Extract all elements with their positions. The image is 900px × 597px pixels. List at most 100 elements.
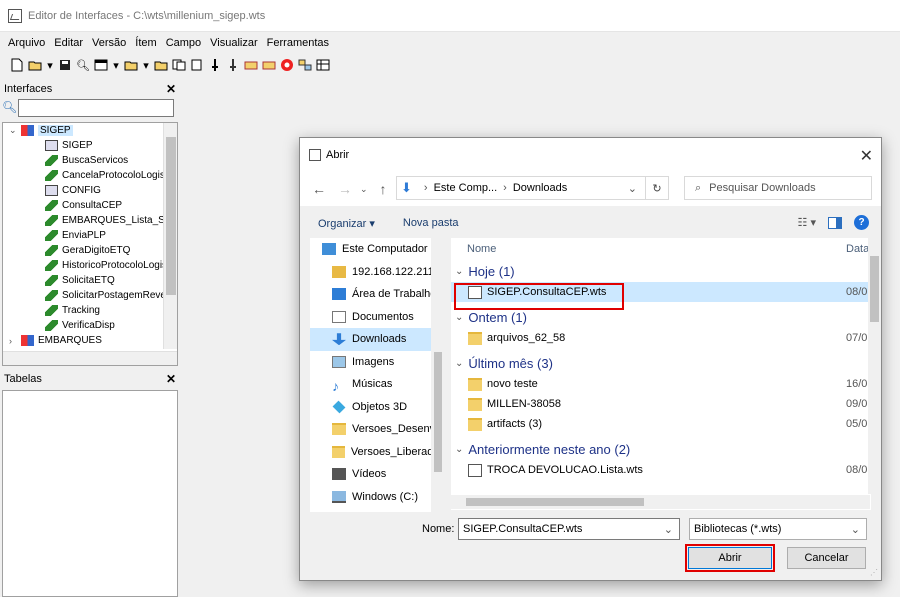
close-icon[interactable]: ✕ <box>166 372 176 386</box>
save-icon[interactable] <box>58 58 72 72</box>
nav-item[interactable]: Documentos <box>310 306 445 329</box>
column-name[interactable]: Nome <box>467 243 496 255</box>
tree-item[interactable]: ConsultaCEP <box>3 198 177 213</box>
chevron-down-icon[interactable]: ⌄ <box>455 312 463 323</box>
folder-open-icon[interactable] <box>124 58 138 72</box>
menu-item[interactable]: Ítem <box>135 37 156 49</box>
close-icon[interactable]: ✕ <box>166 82 176 96</box>
grid-icon[interactable] <box>316 58 330 72</box>
view-options-icon[interactable]: ☷ ▾ <box>798 216 816 229</box>
chevron-right-icon[interactable]: › <box>9 336 21 346</box>
nav-item[interactable]: Downloads <box>310 328 445 351</box>
file-row[interactable]: arquivos_62_58 07/0 <box>451 328 869 348</box>
new-folder-button[interactable]: Nova pasta <box>403 217 459 229</box>
tag-icon[interactable] <box>244 58 258 72</box>
navigation-pane-scrollbar[interactable] <box>431 238 445 512</box>
tree-item[interactable]: EMBARQUES_Lista_Sig <box>3 213 177 228</box>
file-group-header[interactable]: ⌄ Ontem (1) <box>455 306 527 328</box>
interfaces-search-input[interactable] <box>18 99 174 117</box>
chevron-down-icon[interactable]: ▾ <box>142 58 150 72</box>
forward-arrow-icon[interactable]: → <box>338 181 352 197</box>
help-icon[interactable]: ? <box>854 215 869 230</box>
chevron-down-icon[interactable]: ⌄ <box>455 266 463 277</box>
nav-item[interactable]: Windows (C:) <box>310 486 445 509</box>
chevron-down-icon[interactable]: ⌄ <box>9 125 21 136</box>
close-icon[interactable]: ✕ <box>860 146 873 166</box>
pin2-icon[interactable] <box>226 58 240 72</box>
nav-item[interactable]: Versoes_Liberadas <box>310 441 445 464</box>
nav-item[interactable]: Objetos 3D <box>310 396 445 419</box>
column-date[interactable]: Data <box>846 243 869 255</box>
nav-item[interactable]: Imagens <box>310 351 445 374</box>
swap-icon[interactable] <box>298 58 312 72</box>
file-list-hscrollbar[interactable] <box>451 495 870 509</box>
tree-vscrollbar[interactable] <box>163 123 177 349</box>
file-list-vscrollbar[interactable] <box>868 238 881 494</box>
nav-item[interactable]: 192.168.122.211 <box>310 261 445 284</box>
chevron-down-icon[interactable]: ▾ <box>46 58 54 72</box>
recent-locations-chevron-icon[interactable]: ⌄ <box>360 184 368 195</box>
find-icon[interactable]: 🔍︎ <box>76 58 90 72</box>
tree-item[interactable]: GeraDigitoETQ <box>3 243 177 258</box>
tree-item[interactable]: › EMBARQUES <box>3 333 177 348</box>
nav-item[interactable]: Vídeos <box>310 463 445 486</box>
tree-item[interactable]: CONFIG <box>3 183 177 198</box>
tree-item[interactable]: SolicitaETQ <box>3 273 177 288</box>
tree-item[interactable]: BuscaServicos <box>3 153 177 168</box>
menu-ferramentas[interactable]: Ferramentas <box>267 37 329 49</box>
organize-button[interactable]: Organizar ▾ <box>318 217 375 230</box>
paste-icon[interactable] <box>190 58 204 72</box>
pin-icon[interactable] <box>208 58 222 72</box>
menu-visualizar[interactable]: Visualizar <box>210 37 258 49</box>
resize-grip-icon[interactable]: ⋰ <box>870 568 878 577</box>
breadcrumb-este-computador[interactable]: Este Comp... <box>434 182 498 194</box>
chevron-down-icon[interactable]: ▾ <box>112 58 120 72</box>
tag2-icon[interactable] <box>262 58 276 72</box>
tree-item[interactable]: CancelaProtocoloLogis <box>3 168 177 183</box>
tree-item[interactable]: ⌄ SIGEP <box>3 123 177 138</box>
nav-item[interactable]: Este Computador <box>310 238 445 261</box>
tree-hscrollbar[interactable] <box>3 351 177 365</box>
nav-item[interactable]: Área de Trabalho <box>310 283 445 306</box>
cancel-button[interactable]: Cancelar <box>787 547 866 569</box>
file-group-header[interactable]: ⌄ Hoje (1) <box>455 260 515 282</box>
lifebuoy-icon[interactable] <box>280 58 294 72</box>
dialog-search-input[interactable]: ⌕ Pesquisar Downloads <box>684 176 872 200</box>
refresh-icon[interactable]: ↻ <box>645 176 669 200</box>
file-group-header[interactable]: ⌄ Último mês (3) <box>455 352 553 374</box>
file-row[interactable]: novo teste 16/0 <box>451 374 869 394</box>
file-row[interactable]: TROCA DEVOLUCAO.Lista.wts 08/0 <box>451 460 869 480</box>
tree-item[interactable]: HistoricoProtocoloLogis <box>3 258 177 273</box>
filename-input[interactable]: SIGEP.ConsultaCEP.wts ⌄ <box>458 518 680 540</box>
tree-item[interactable]: SIGEP <box>3 138 177 153</box>
file-group-header[interactable]: ⌄ Anteriormente neste ano (2) <box>455 438 630 460</box>
menu-campo[interactable]: Campo <box>166 37 201 49</box>
menu-arquivo[interactable]: Arquivo <box>8 37 45 49</box>
chevron-down-icon[interactable]: ⌄ <box>851 523 860 536</box>
file-row[interactable]: MILLEN-38058 09/0 <box>451 394 869 414</box>
interfaces-tree[interactable]: ⌄ SIGEP SIGEP BuscaServicos CancelaProtocolo… <box>2 122 178 366</box>
menu-editar[interactable]: Editar <box>54 37 83 49</box>
new-file-icon[interactable] <box>10 58 24 72</box>
filetype-select[interactable]: Bibliotecas (*.wts) ⌄ <box>689 518 867 540</box>
chevron-down-icon[interactable]: ⌄ <box>664 523 673 536</box>
file-row[interactable]: artifacts (3) 05/0 <box>451 414 869 434</box>
scrollbar-thumb[interactable] <box>434 352 442 472</box>
chevron-down-icon[interactable]: ⌄ <box>455 358 463 369</box>
open-button[interactable]: Abrir <box>688 547 772 569</box>
tabelas-list[interactable] <box>2 390 178 597</box>
scrollbar-thumb[interactable] <box>870 256 879 322</box>
tree-item[interactable]: Tracking <box>3 303 177 318</box>
address-bar[interactable]: ⬇ › Este Comp... › Downloads ⌄ <box>396 176 646 200</box>
file-row[interactable]: SIGEP.ConsultaCEP.wts 08/0 <box>451 282 869 302</box>
menu-versao[interactable]: Versão <box>92 37 126 49</box>
up-arrow-icon[interactable]: ↑ <box>380 181 387 197</box>
preview-pane-icon[interactable] <box>828 216 842 229</box>
tree-item[interactable]: SolicitarPostagemReve <box>3 288 177 303</box>
copy-icon[interactable] <box>172 58 186 72</box>
scrollbar-thumb[interactable] <box>466 498 644 506</box>
folder-star-icon[interactable] <box>154 58 168 72</box>
chevron-down-icon[interactable]: ⌄ <box>455 444 463 455</box>
back-arrow-icon[interactable]: ← <box>312 181 326 197</box>
open-folder-icon[interactable] <box>28 58 42 72</box>
